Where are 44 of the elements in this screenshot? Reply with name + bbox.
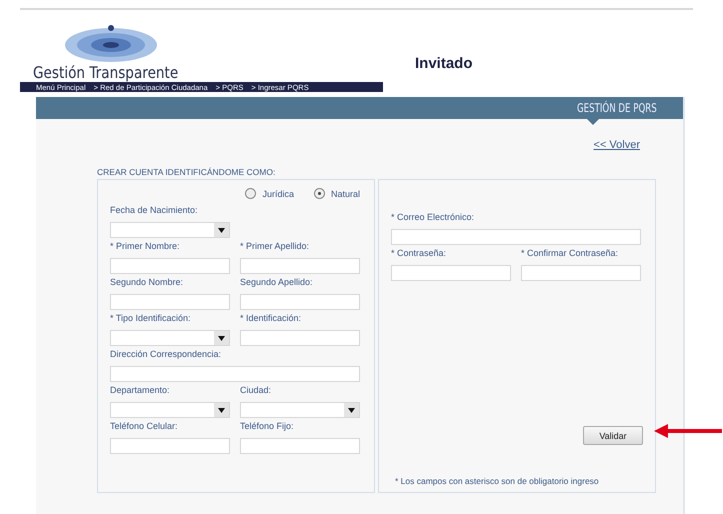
arrow-icon (654, 424, 722, 438)
field-label: Ciudad: (240, 385, 272, 396)
field-label: Segundo Nombre: (110, 277, 184, 288)
back-link[interactable]: << Volver (594, 139, 640, 151)
footnote: * Los campos con asterisco son de obligatorio ingreso (395, 476, 599, 486)
field-label: * Primer Nombre: (110, 241, 181, 252)
field-label: * Identificación: (240, 313, 302, 324)
field-label: Fecha de Nacimiento: (110, 205, 199, 216)
caret-icon (214, 403, 229, 417)
field-label: Teléfono Fijo: (240, 421, 295, 432)
caret-icon (214, 331, 229, 345)
field-label: * Confirmar Contraseña: (521, 248, 620, 259)
field-label: Departamento: (110, 385, 171, 396)
validate-button[interactable]: Validar (583, 426, 643, 445)
input-field[interactable] (391, 229, 641, 245)
input-field[interactable] (391, 265, 511, 281)
section-label: CREAR CUENTA IDENTIFICÁNDOME COMO: (97, 167, 276, 177)
dropdown-field[interactable] (110, 222, 230, 238)
field-label: * Tipo Identificación: (110, 313, 192, 324)
radio-option[interactable]: Natural (314, 188, 360, 199)
input-field[interactable] (240, 294, 360, 310)
brand-name: Gestión Transparente (33, 63, 178, 82)
input-field[interactable] (110, 258, 230, 274)
input-field[interactable] (240, 258, 360, 274)
field-label: Dirección Correspondencia: (110, 349, 222, 360)
input-field[interactable] (110, 438, 230, 454)
field-label: * Correo Electrónico: (391, 212, 476, 223)
input-field[interactable] (110, 366, 360, 382)
field-label: * Primer Apellido: (240, 241, 310, 252)
dropdown-field[interactable] (110, 402, 230, 418)
caret-icon (344, 403, 359, 417)
input-field[interactable] (521, 265, 641, 281)
field-label: Teléfono Celular: (110, 421, 179, 432)
dropdown-field[interactable] (240, 402, 360, 418)
input-field[interactable] (240, 330, 360, 346)
user-name: Invitado (415, 55, 473, 72)
input-field[interactable] (240, 438, 360, 454)
dropdown-field[interactable] (110, 330, 230, 346)
radio-option[interactable]: Jurídica (245, 188, 294, 199)
input-field[interactable] (110, 294, 230, 310)
caret-icon (214, 223, 229, 237)
field-label: * Contraseña: (391, 248, 448, 259)
panel-title: GESTIÓN DE PQRS (577, 101, 657, 115)
field-label: Segundo Apellido: (240, 277, 314, 288)
